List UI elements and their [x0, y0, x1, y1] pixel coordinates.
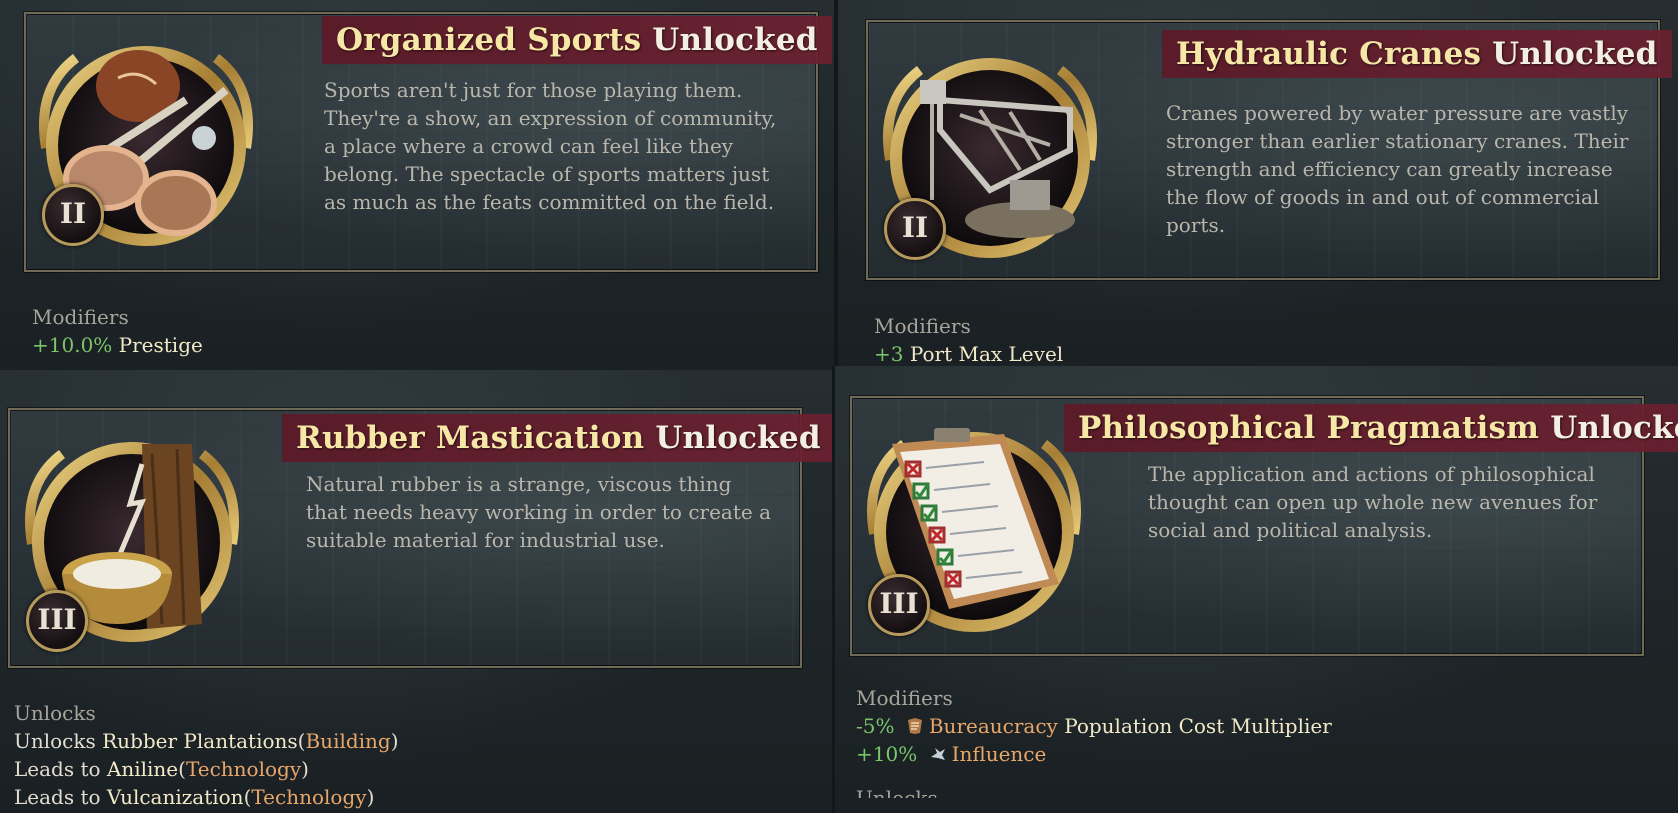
modifier-line-influence[interactable]: +10% Influence [856, 740, 1332, 768]
tier-badge: II [42, 184, 104, 246]
section-header: Unlocks [14, 701, 96, 725]
title-name: Philosophical Pragmatism [1078, 410, 1540, 446]
unlock-name[interactable]: Rubber Plantations [102, 729, 298, 753]
title-suffix: Unlocked [655, 420, 821, 456]
close-paren: ) [301, 757, 309, 781]
unlock-prefix: Unlocks [14, 729, 96, 753]
unlock-prefix: Leads to [14, 757, 101, 781]
unlock-line-aniline[interactable]: Leads to Aniline(Technology) [14, 755, 399, 783]
tech-card-philosophical-pragmatism: III Philosophical Pragmatism Unlocked Th… [832, 366, 1678, 813]
tier-badge: III [26, 590, 88, 652]
open-paren: ( [178, 757, 186, 781]
modifier-value: +10% [856, 742, 918, 766]
card-description: The application and actions of philosoph… [1148, 462, 1598, 542]
close-paren: ) [366, 785, 375, 809]
image-seam [832, 366, 835, 813]
modifier-line[interactable]: +10.0% Prestige [32, 331, 203, 359]
tech-card-organized-sports: II Organized Sports Unlocked Sports aren… [0, 0, 838, 370]
card-title: Organized Sports Unlocked [322, 16, 832, 64]
tech-card-rubber-mastication: III Rubber Mastication Unlocked Natural … [0, 370, 834, 813]
unlock-kind[interactable]: Building [305, 729, 390, 753]
modifiers-section: Modifiers +10.0% Prestige [32, 303, 203, 359]
card-description: Natural rubber is a strange, viscous thi… [306, 472, 771, 552]
modifier-value: -5% [856, 714, 895, 738]
unlock-line-rubber-plantations[interactable]: Unlocks Rubber Plantations(Building) [14, 727, 399, 755]
section-header: Modifiers [856, 686, 953, 710]
title-name: Rubber Mastication [296, 420, 645, 456]
unlock-kind[interactable]: Technology [251, 785, 366, 809]
section-header-unlocks: Unlocks [856, 786, 938, 798]
unlock-line-vulcanization[interactable]: Leads to Vulcanization(Technology) [14, 783, 399, 811]
title-suffix: Unlocked [652, 22, 818, 58]
modifier-label: Prestige [118, 333, 203, 357]
unlock-name[interactable]: Aniline [107, 757, 178, 781]
influence-icon [928, 743, 948, 763]
modifier-value: +10.0% [32, 333, 113, 357]
tier-badge: III [868, 574, 930, 636]
title-name: Hydraulic Cranes [1176, 36, 1482, 72]
card-title: Philosophical Pragmatism Unlocked [1064, 404, 1678, 452]
unlock-kind[interactable]: Technology [186, 757, 301, 781]
modifier-value: +3 [874, 342, 904, 366]
modifiers-section: Modifiers +3 Port Max Level [874, 312, 1063, 366]
tech-card-hydraulic-cranes: II Hydraulic Cranes Unlocked Cranes powe… [834, 0, 1678, 366]
image-seam [834, 0, 838, 366]
cut-off-section: Unlocks [856, 784, 1332, 798]
modifier-rest: Population Cost Multiplier [1064, 714, 1332, 738]
section-header: Modifiers [874, 314, 971, 338]
title-name: Organized Sports [336, 22, 642, 58]
close-paren: ) [390, 729, 399, 753]
card-title: Rubber Mastication Unlocked [282, 414, 834, 462]
card-description: Sports aren't just for those playing the… [324, 78, 777, 214]
modifier-label[interactable]: Influence [952, 742, 1047, 766]
unlock-name[interactable]: Vulcanization [107, 785, 244, 809]
title-suffix: Unlocked [1492, 36, 1658, 72]
modifiers-section: Modifiers -5% Bureaucracy Population Cos… [856, 684, 1332, 798]
unlocks-section: Unlocks Unlocks Rubber Plantations(Build… [14, 699, 399, 811]
modifier-label[interactable]: Bureaucracy [929, 714, 1058, 738]
card-description: Cranes powered by water pressure are vas… [1166, 101, 1629, 237]
modifier-line-bureaucracy[interactable]: -5% Bureaucracy Population Cost Multipli… [856, 712, 1332, 740]
tier-badge: II [884, 198, 946, 260]
card-title: Hydraulic Cranes Unlocked [1162, 30, 1672, 78]
title-suffix: Unlocked [1550, 410, 1678, 446]
bureaucracy-icon [905, 715, 925, 735]
modifier-label: Port Max Level [909, 342, 1064, 366]
section-header: Modifiers [32, 305, 129, 329]
unlock-prefix: Leads to [14, 785, 101, 809]
modifier-line[interactable]: +3 Port Max Level [874, 340, 1063, 366]
